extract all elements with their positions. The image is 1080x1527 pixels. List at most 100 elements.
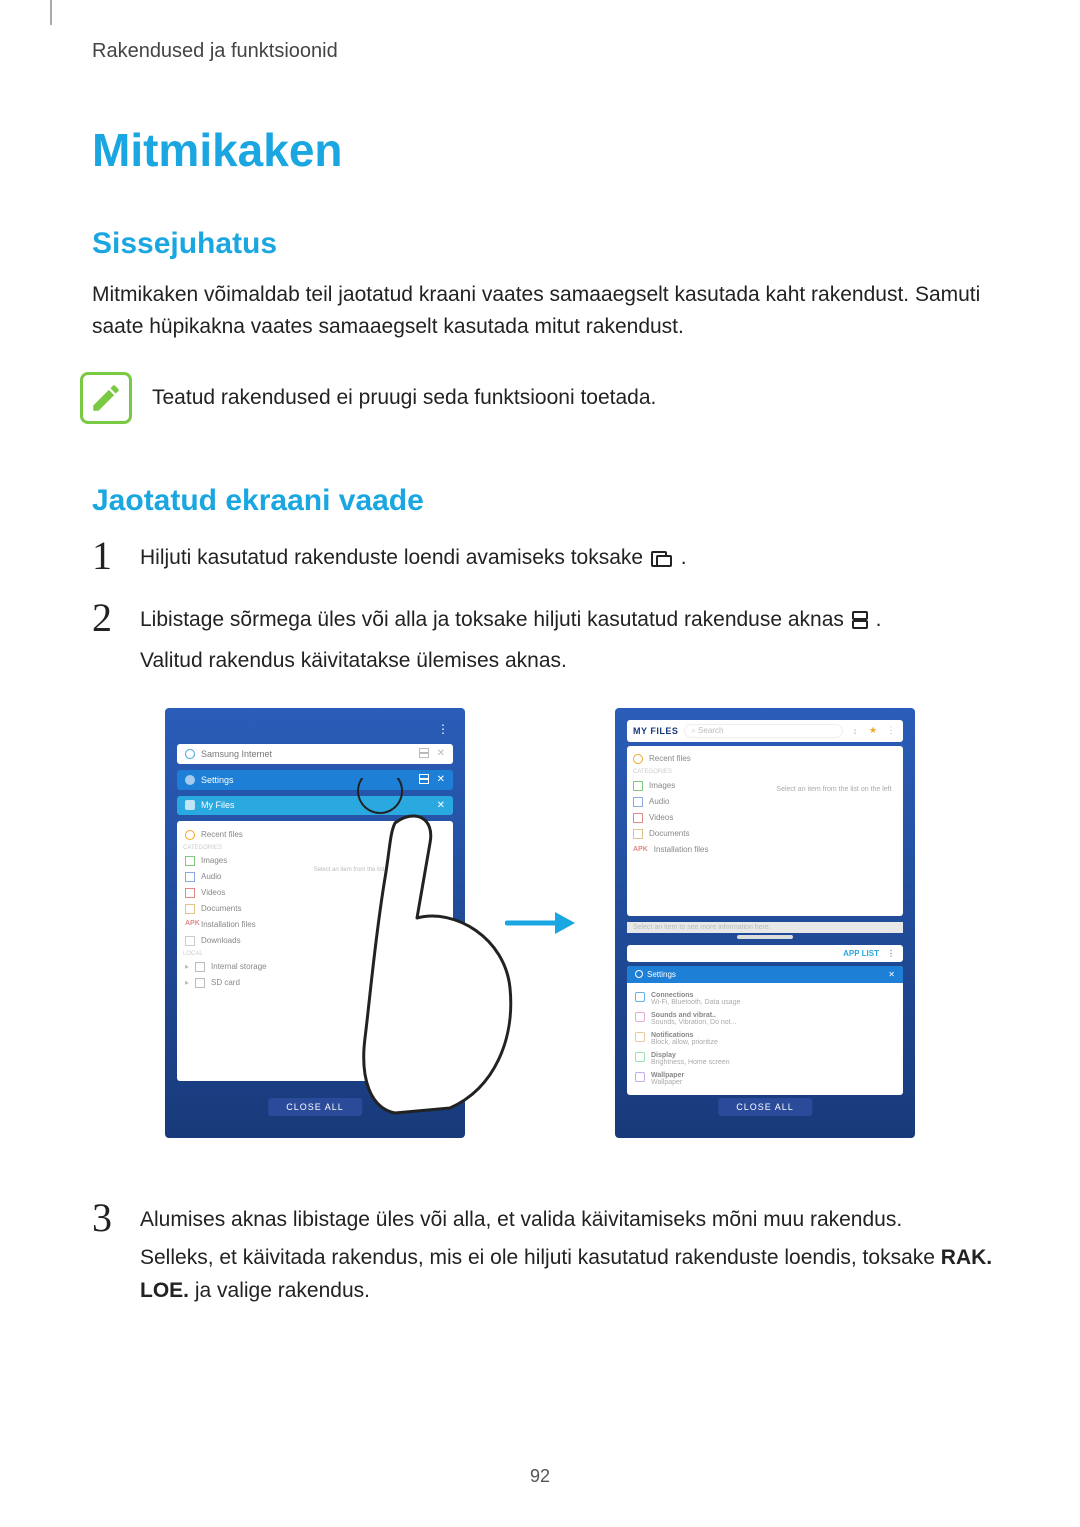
display-icon xyxy=(635,1052,645,1062)
list-item: Videos xyxy=(201,888,308,897)
section-intro-title: Sissejuhatus xyxy=(92,227,1000,261)
section-label: CATEGORIES xyxy=(183,845,310,851)
settings-row-title: Connections xyxy=(651,992,741,999)
section-label: LOCAL xyxy=(183,951,310,957)
page-number: 92 xyxy=(530,1466,550,1487)
step-number: 1 xyxy=(92,536,122,576)
card-title: My Files xyxy=(201,800,431,810)
sounds-icon xyxy=(635,1012,645,1022)
search-field: ⌕ Search xyxy=(684,724,843,738)
sdcard-icon xyxy=(195,978,205,988)
step-3-text-b-post: ja valige rakendus. xyxy=(189,1279,370,1302)
images-icon xyxy=(185,856,195,866)
close-icon: ✕ xyxy=(437,748,445,759)
overflow-icon: ⋮ xyxy=(885,725,897,736)
apk-icon: APK xyxy=(633,846,648,853)
step-body: Alumises aknas libistage üles või alla, … xyxy=(140,1198,1000,1308)
list-item: Recent files xyxy=(201,830,308,839)
list-item: Videos xyxy=(649,813,673,822)
list-item: Internal storage xyxy=(211,962,308,971)
sort-icon: ↕ xyxy=(849,726,861,736)
app-icon xyxy=(185,775,195,785)
step-1: 1 Hiljuti kasutatud rakenduste loendi av… xyxy=(92,536,1000,578)
top-bar: MY FILES ⌕ Search ↕ ★ ⋮ xyxy=(627,720,903,742)
files-panel: Recent files CATEGORIES Images Audio Vid… xyxy=(627,746,903,916)
close-icon: ✕ xyxy=(437,800,445,811)
audio-icon xyxy=(185,872,195,882)
star-icon: ★ xyxy=(867,725,879,736)
chevron-right-icon: ▸ xyxy=(185,962,189,971)
clock-icon xyxy=(185,830,195,840)
device-right: MY FILES ⌕ Search ↕ ★ ⋮ Recent files CAT… xyxy=(615,708,915,1138)
close-all-button: CLOSE ALL xyxy=(718,1098,812,1116)
note-icon xyxy=(80,372,132,424)
step-1-text: Hiljuti kasutatud rakenduste loendi avam… xyxy=(140,546,649,569)
settings-row-sub: Wi-Fi, Bluetooth, Data usage xyxy=(651,999,741,1006)
app-list-button: APP LIST⋮ xyxy=(627,945,903,962)
crop-mark xyxy=(50,0,52,25)
step-2: 2 Libistage sõrmega üles või alla ja tok… xyxy=(92,598,1000,678)
note-callout: Teatud rakendused ei pruugi seda funktsi… xyxy=(80,372,1000,424)
page-title: Mitmikaken xyxy=(92,123,1000,177)
app-title: MY FILES xyxy=(633,726,678,736)
step-1-after: . xyxy=(681,546,687,569)
section-split-title: Jaotatud ekraani vaade xyxy=(92,484,1000,518)
connections-icon xyxy=(635,992,645,1002)
info-bar: Select an item to see more information h… xyxy=(627,922,903,933)
step-3-text-a: Alumises aknas libistage üles või alla, … xyxy=(140,1208,902,1231)
notifications-icon xyxy=(635,1032,645,1042)
list-item: SD card xyxy=(211,978,308,987)
gear-icon xyxy=(635,970,643,978)
step-3: 3 Alumises aknas libistage üles või alla… xyxy=(92,1198,1000,1308)
audio-icon xyxy=(633,797,643,807)
video-icon xyxy=(633,813,643,823)
list-item: Installation files xyxy=(201,920,308,929)
settings-card: Settings ✕ ConnectionsWi-Fi, Bluetooth, D… xyxy=(627,966,903,1095)
list-item: Downloads xyxy=(201,936,308,945)
settings-row-sub: Wallpaper xyxy=(651,1079,684,1086)
list-item: Documents xyxy=(201,904,308,913)
settings-row-title: Wallpaper xyxy=(651,1072,684,1079)
list-item: Documents xyxy=(649,829,689,838)
wallpaper-icon xyxy=(635,1072,645,1082)
card-title: Samsung Internet xyxy=(201,749,411,759)
documents-icon xyxy=(185,904,195,914)
images-icon xyxy=(633,781,643,791)
running-head: Rakendused ja funktsioonid xyxy=(92,40,1000,63)
arrow-right-icon xyxy=(505,908,575,938)
close-all-button: CLOSE ALL xyxy=(268,1098,362,1116)
list-item: Images xyxy=(649,781,675,790)
file-list-panel: Recent files CATEGORIES Images Audio Vid… xyxy=(177,821,453,1081)
list-item: Installation files xyxy=(654,845,709,854)
list-item: Images xyxy=(201,856,308,865)
settings-row-title: Display xyxy=(651,1052,730,1059)
settings-row-sub: Block, allow, prioritize xyxy=(651,1039,718,1046)
close-icon: ✕ xyxy=(888,970,895,979)
documents-icon xyxy=(633,829,643,839)
downloads-icon xyxy=(185,936,195,946)
intro-paragraph: Mitmikaken võimaldab teil jaotatud kraan… xyxy=(92,279,990,342)
step-2-text-a: Libistage sõrmega üles või alla ja toksa… xyxy=(140,608,850,631)
app-icon xyxy=(185,800,195,810)
overflow-icon: ⋮ xyxy=(437,722,449,736)
step-2-text-b: . xyxy=(876,608,882,631)
list-item: Audio xyxy=(201,872,308,881)
drag-handle-icon xyxy=(737,935,792,939)
step-number: 2 xyxy=(92,598,122,638)
step-3-text-b-pre: Selleks, et käivitada rakendus, mis ei o… xyxy=(140,1246,941,1269)
settings-row-title: Notifications xyxy=(651,1032,718,1039)
list-item: Recent files xyxy=(649,754,691,763)
recents-icon xyxy=(651,545,673,578)
close-icon: ✕ xyxy=(437,774,445,785)
split-window-icon xyxy=(419,748,429,760)
settings-row-sub: Brightness, Home screen xyxy=(651,1059,730,1066)
split-window-icon xyxy=(419,774,429,786)
step-body: Libistage sõrmega üles või alla ja toksa… xyxy=(140,598,1000,678)
hint-text: Select an item from the list on the left xyxy=(310,827,447,1075)
clock-icon xyxy=(633,754,643,764)
step-number: 3 xyxy=(92,1198,122,1238)
card-title: Settings xyxy=(647,970,676,979)
step-body: Hiljuti kasutatud rakenduste loendi avam… xyxy=(140,536,1000,578)
apk-icon: APK xyxy=(185,920,195,930)
step-2-text-c: Valitud rakendus käivitatakse ülemises a… xyxy=(140,645,1000,678)
